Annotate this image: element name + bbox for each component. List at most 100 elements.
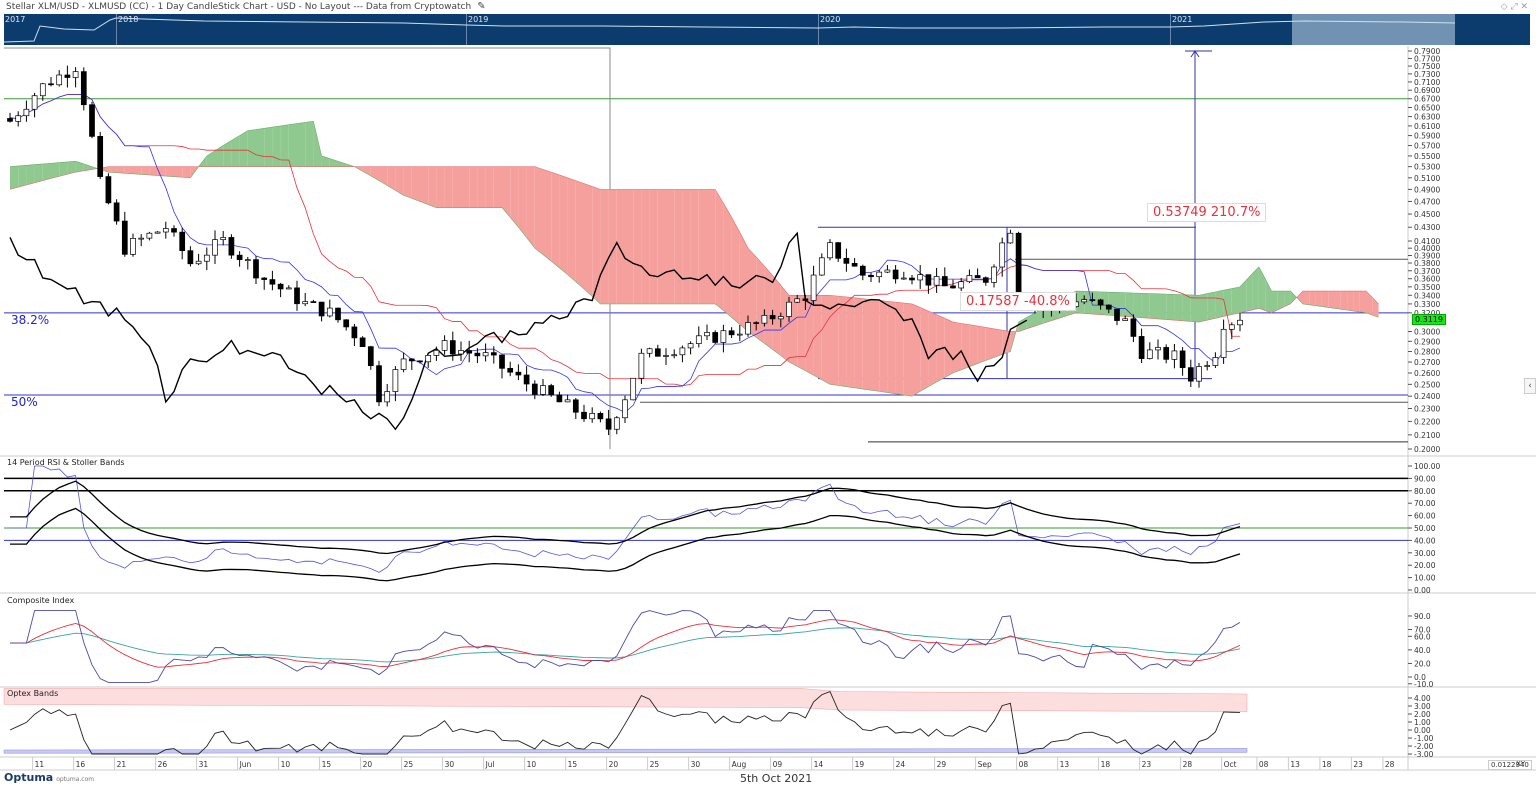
rsi-tick-label: 90.00 xyxy=(1414,474,1436,483)
ichimoku-cloud-segment xyxy=(715,189,724,311)
ichimoku-cloud-segment xyxy=(420,166,429,205)
ichimoku-cloud-segment xyxy=(452,166,461,208)
measure-up-label[interactable]: 0.53749 210.7% xyxy=(1147,203,1267,222)
ichimoku-cloud-segment xyxy=(928,311,937,387)
price-tick-label: 0.4300 xyxy=(1414,223,1440,232)
ichimoku-cloud-segment xyxy=(1231,286,1240,315)
ichimoku-cloud-segment xyxy=(994,328,1003,358)
candle-down xyxy=(97,136,104,177)
range-box-line xyxy=(4,47,611,449)
ichimoku-cloud-segment xyxy=(34,163,43,183)
ichimoku-cloud-segment xyxy=(403,166,412,199)
ichimoku-cloud-segment xyxy=(1334,291,1341,310)
chart-canvas[interactable]: 0.79000.77000.75000.73000.71000.69000.67… xyxy=(0,0,1536,788)
date-tick-label: 28 xyxy=(1385,760,1395,769)
ichimoku-cloud-segment xyxy=(903,303,912,397)
ichimoku-cloud-segment xyxy=(510,166,519,228)
candle-up xyxy=(958,281,965,289)
candle-up xyxy=(244,259,251,261)
candle-down xyxy=(769,315,776,320)
candle-down xyxy=(228,237,235,256)
composite-fast-average xyxy=(10,619,1241,668)
composite-panel-label: Composite Index xyxy=(7,596,75,605)
ichimoku-cloud-segment xyxy=(1190,294,1199,323)
ichimoku-cloud-segment xyxy=(625,189,634,304)
price-tick-label: 0.2400 xyxy=(1414,392,1440,401)
candle-up xyxy=(917,274,924,281)
ichimoku-cloud-segment xyxy=(977,326,986,364)
ichimoku-cloud-segment xyxy=(51,162,60,179)
candle-up xyxy=(966,275,973,283)
ichimoku-cloud-segment xyxy=(1084,291,1093,315)
date-tick-label: 28 xyxy=(1183,760,1193,769)
ichimoku-cloud-segment xyxy=(1315,291,1322,307)
date-tick-label: 14 xyxy=(814,760,824,769)
candle-down xyxy=(982,277,989,283)
logo-subtext: optuma.com xyxy=(56,776,95,783)
ichimoku-cloud-segment xyxy=(944,318,953,378)
candle-up xyxy=(15,115,22,122)
rsi-tick-label: 70.00 xyxy=(1414,499,1436,508)
date-tick-label: 08 xyxy=(1019,760,1029,769)
ichimoku-cloud-segment xyxy=(1174,294,1183,321)
xy-lock-button[interactable]: XY xyxy=(1516,760,1525,768)
candle-up xyxy=(884,269,891,273)
candle-down xyxy=(548,385,555,396)
rsi-line xyxy=(10,465,1241,573)
ichimoku-cloud-segment xyxy=(362,166,371,176)
candle-down xyxy=(408,358,415,362)
ichimoku-cloud-segment xyxy=(912,303,921,397)
price-tick-label: 0.6500 xyxy=(1414,104,1440,113)
ichimoku-cloud-segment xyxy=(133,166,142,175)
date-tick-label: 16 xyxy=(76,760,86,769)
candle-down xyxy=(417,360,423,363)
date-tick-label: 25 xyxy=(404,760,414,769)
candle-up xyxy=(72,71,79,78)
ichimoku-cloud-segment xyxy=(1158,293,1167,320)
ichimoku-cloud-segment xyxy=(887,301,896,394)
date-tick-label: 30 xyxy=(445,760,455,769)
optuma-logo: Optuma optuma.com xyxy=(4,771,94,784)
date-tick-label: 09 xyxy=(773,760,783,769)
candle-up xyxy=(687,343,694,349)
price-tick-label: 0.5300 xyxy=(1414,163,1440,172)
collapse-panel-icon[interactable]: ‹ xyxy=(1524,378,1536,394)
candle-up xyxy=(745,322,751,335)
date-tick-label: Oct xyxy=(1224,760,1237,769)
candle-down xyxy=(1138,336,1145,359)
candle-down xyxy=(113,202,120,222)
ichimoku-cloud-segment xyxy=(1252,266,1259,310)
ichimoku-cloud-segment xyxy=(797,295,806,371)
candle-up xyxy=(138,237,145,240)
rsi-tick-label: 30.00 xyxy=(1414,549,1436,558)
candle-down xyxy=(253,259,259,279)
rsi-panel-label: 14 Period RSI & Stoller Bands xyxy=(7,458,125,467)
date-tick-label: 13 xyxy=(1060,760,1070,769)
candle-up xyxy=(400,358,407,370)
rsi-tick-label: 20.00 xyxy=(1414,561,1436,570)
ichimoku-cloud-segment xyxy=(1303,291,1310,305)
ichimoku-cloud-segment xyxy=(1141,293,1150,319)
candle-up xyxy=(1220,328,1227,358)
candle-down xyxy=(277,283,284,290)
candle-up xyxy=(154,231,161,234)
ichimoku-cloud-segment xyxy=(838,296,847,387)
ichimoku-cloud-segment xyxy=(338,161,347,167)
footer-date: 5th Oct 2021 xyxy=(740,772,813,785)
candle-down xyxy=(925,274,932,286)
ichimoku-cloud-segment xyxy=(879,300,888,393)
date-tick-label: 25 xyxy=(650,760,660,769)
ichimoku-cloud-segment xyxy=(543,169,552,262)
ichimoku-cloud-segment xyxy=(649,189,658,304)
scale-value[interactable]: 0.0122940 xyxy=(1488,760,1532,770)
candle-down xyxy=(335,307,341,321)
candle-up xyxy=(302,301,309,305)
measure-down-label[interactable]: 0.17587 -40.8% xyxy=(960,292,1076,311)
candle-down xyxy=(1179,350,1186,368)
candle-up xyxy=(195,260,202,265)
composite-tick-label: 60.0 xyxy=(1414,632,1431,641)
ichimoku-cloud-segment xyxy=(469,166,478,208)
stoller-upper-band xyxy=(10,480,1241,555)
candle-up xyxy=(671,354,678,357)
date-tick-label: 21 xyxy=(117,760,127,769)
